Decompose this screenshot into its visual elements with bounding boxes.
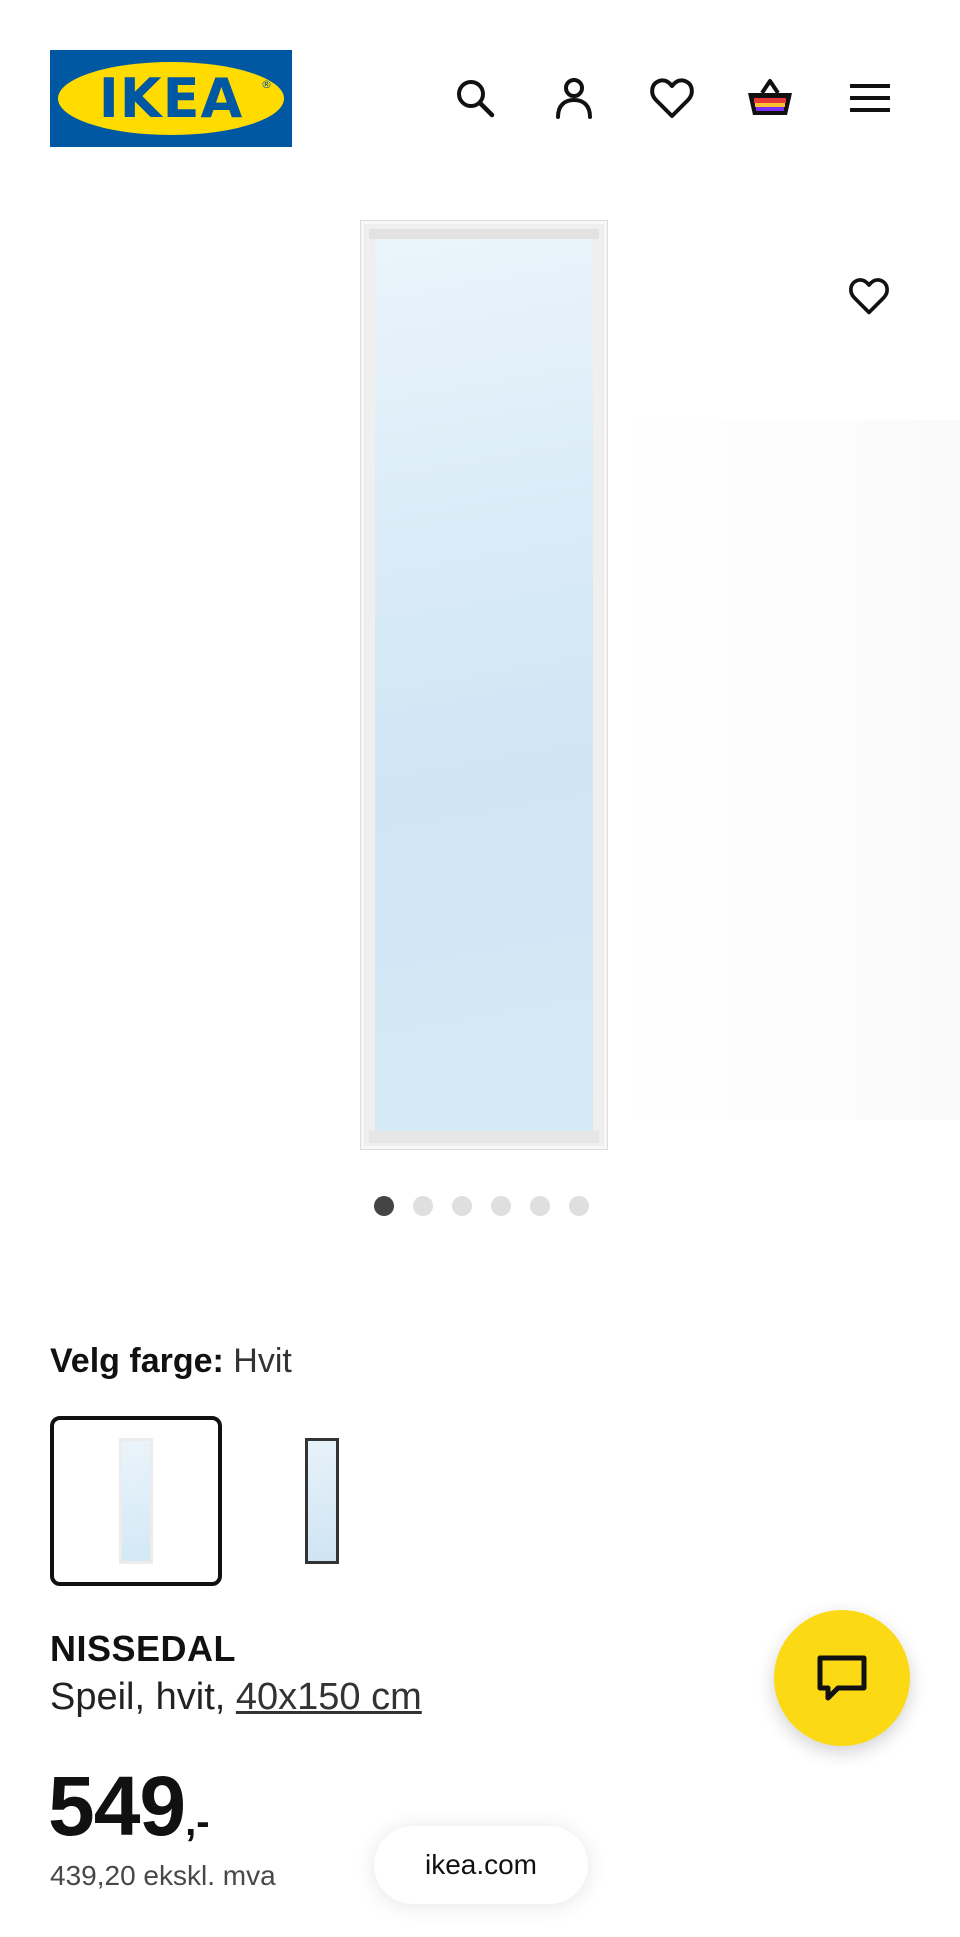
color-swatch-black[interactable]	[236, 1416, 408, 1586]
product-description: Speil, hvit, 40x150 cm	[50, 1676, 422, 1719]
product-description-text: Speil, hvit,	[50, 1676, 236, 1718]
gallery-dot[interactable]	[374, 1196, 394, 1216]
basket-icon	[748, 79, 792, 115]
account-icon	[556, 78, 592, 119]
mirror-glass	[375, 239, 593, 1131]
gallery-background-shade	[610, 420, 960, 1120]
browser-domain: ikea.com	[424, 1849, 538, 1880]
hamburger-menu-icon	[850, 84, 890, 112]
product-name: NISSEDAL	[50, 1628, 237, 1669]
heart-icon	[650, 78, 694, 118]
product-size-link[interactable]: 40x150 cm	[236, 1676, 422, 1718]
color-select-label: Velg farge: Hvit	[50, 1337, 292, 1385]
color-select-value: Hvit	[233, 1342, 292, 1380]
product-image-mirror	[360, 220, 608, 1150]
search-button[interactable]	[449, 72, 501, 124]
logo-registered-mark: ®	[261, 78, 272, 91]
basket-button[interactable]	[744, 72, 796, 124]
price-suffix: ,-	[185, 1800, 210, 1844]
browser-address-pill[interactable]: ikea.com	[374, 1826, 588, 1904]
menu-button[interactable]	[844, 72, 896, 124]
color-swatch-white[interactable]	[50, 1416, 222, 1586]
color-select-title: Velg farge:	[50, 1342, 224, 1380]
add-to-wishlist-button[interactable]	[843, 270, 895, 322]
gallery-dot[interactable]	[530, 1196, 550, 1216]
gallery-dot[interactable]	[491, 1196, 511, 1216]
price-excluding-vat: 439,20 ekskl. mva	[50, 1860, 276, 1891]
product-price: 549,-	[48, 1758, 210, 1854]
product-image-gallery[interactable]	[0, 190, 960, 1170]
gallery-pagination	[374, 1196, 589, 1216]
chat-button[interactable]	[774, 1610, 910, 1746]
logo-text: IKEA	[98, 67, 244, 130]
wishlist-button[interactable]	[646, 72, 698, 124]
search-icon	[457, 80, 495, 118]
swatch-thumbnail-white	[119, 1438, 153, 1564]
swatch-thumbnail-black	[305, 1438, 339, 1564]
gallery-dot[interactable]	[569, 1196, 589, 1216]
account-button[interactable]	[548, 72, 600, 124]
gallery-dot[interactable]	[452, 1196, 472, 1216]
mirror-frame-bottom	[369, 1131, 599, 1143]
price-amount: 549	[48, 1759, 186, 1853]
ikea-logo[interactable]: IKEA ®	[50, 50, 292, 147]
mirror-frame-top	[369, 229, 599, 239]
site-header: IKEA ®	[0, 0, 960, 150]
chat-icon	[817, 1655, 867, 1701]
heart-icon	[849, 278, 889, 315]
gallery-dot[interactable]	[413, 1196, 433, 1216]
